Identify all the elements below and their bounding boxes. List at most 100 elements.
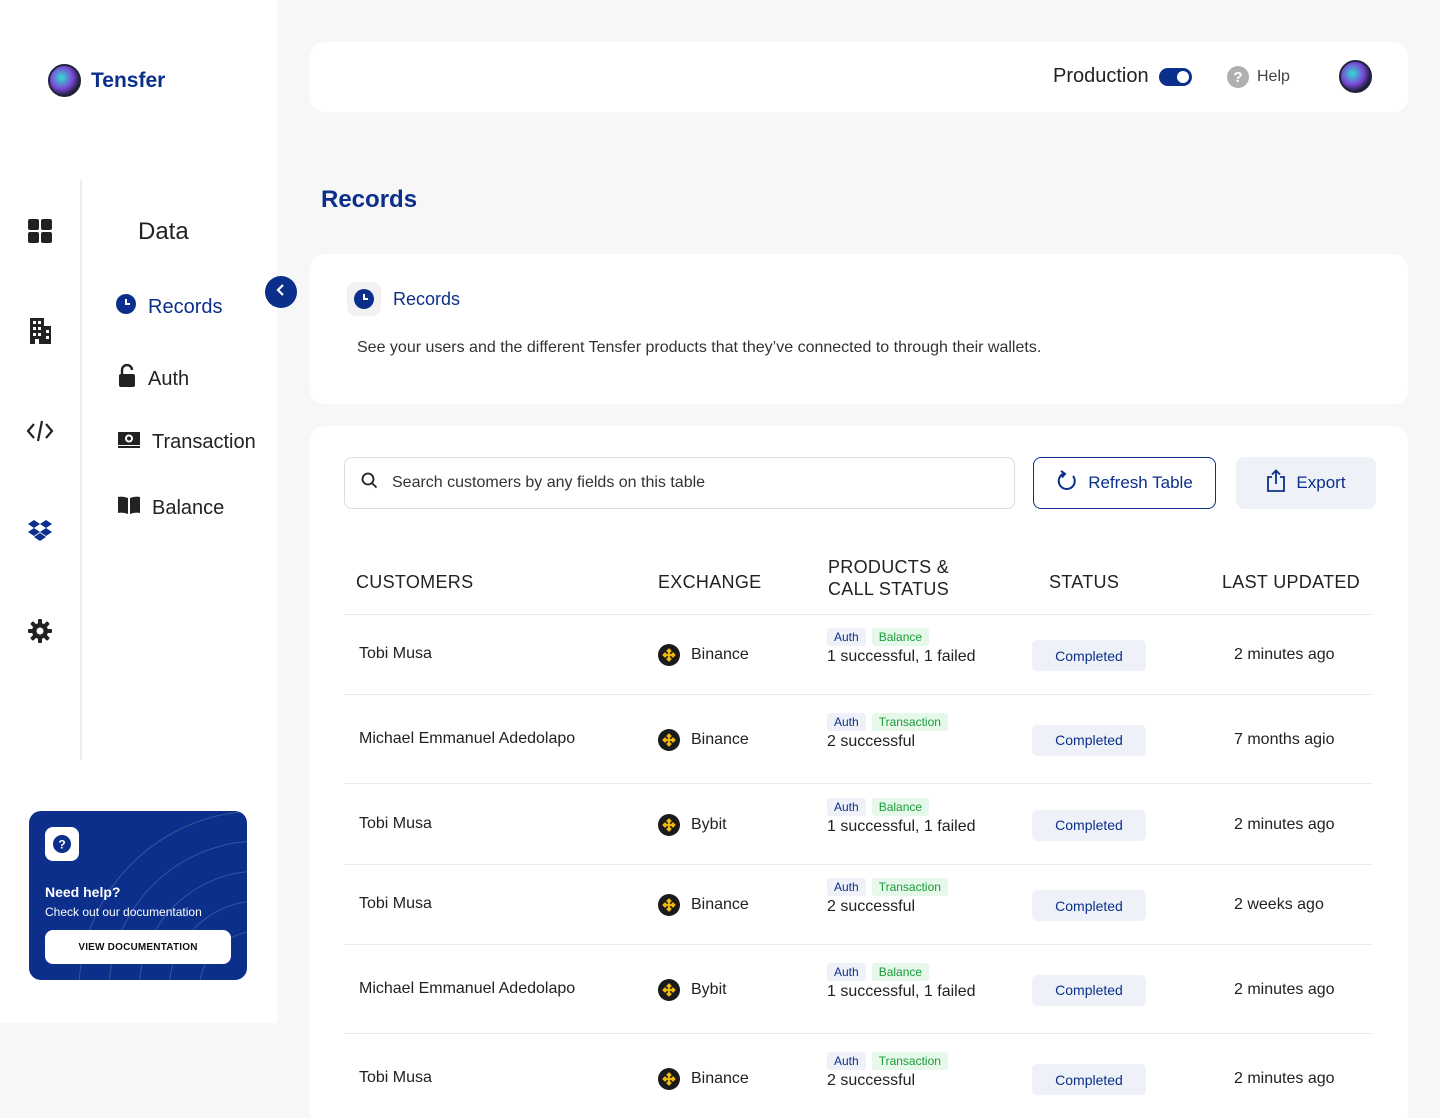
export-button[interactable]: Export [1236,457,1376,509]
refresh-table-button[interactable]: Refresh Table [1033,457,1216,509]
collapse-sidebar-button[interactable] [265,276,297,308]
call-status: 1 successful, 1 failed [827,648,976,665]
lock-icon [118,363,136,394]
header-status[interactable]: STATUS [1049,571,1119,593]
question-icon: ? [45,827,79,861]
refresh-icon [1056,469,1078,497]
search-box[interactable] [344,457,1015,509]
exchange-coin-icon [658,728,680,751]
environment-switch[interactable]: Production [1053,65,1192,88]
product-tag-transaction: Transaction [871,712,948,731]
dropbox-icon[interactable] [26,517,54,545]
exchange-cell: Bybit [658,978,727,1001]
status-cell: Completed [1032,974,1146,1006]
header-exchange[interactable]: EXCHANGE [658,571,761,593]
product-tag-auth: Auth [827,797,866,816]
call-status: 2 successful [827,1072,916,1089]
status-cell: Completed [1032,890,1146,921]
code-icon[interactable] [26,417,54,445]
table-row[interactable]: Tobi Musa Binance Auth Transaction 2 success… [344,1033,1372,1118]
product-tags: Auth Transaction [827,1052,948,1070]
refresh-label: Refresh Table [1088,473,1193,492]
status-cell: Completed [1032,724,1146,756]
avatar[interactable] [1339,60,1372,93]
last-updated: 2 minutes ago [1234,815,1335,833]
book-icon [118,496,140,520]
settings-icon[interactable] [26,617,54,645]
nav-item-auth[interactable]: Auth [118,363,190,394]
products-cell: Auth Balance 1 successful, 1 failed [827,962,976,1001]
svg-text:?: ? [58,838,65,852]
view-documentation-button[interactable]: VIEW DOCUMENTATION [45,930,231,964]
status-cell: Completed [1032,809,1146,841]
exchange-coin-icon [658,813,680,836]
icon-rail [0,180,82,760]
help-icon: ? [1227,66,1249,88]
table-row[interactable]: Tobi Musa Bybit Auth Balance 1 successful, 1… [344,783,1372,864]
records-info-card: Records See your users and the different… [310,254,1408,404]
call-status: 1 successful, 1 failed [827,982,976,1000]
product-tag-auth: Auth [827,712,866,731]
call-status: 2 successful [827,898,916,915]
info-header: Records [347,282,460,316]
info-title: Records [393,288,461,309]
exchange-name: Binance [691,896,749,913]
sidebar: Tensfer Data Records Auth Transaction Ba… [0,0,277,1023]
nav-item-records[interactable]: Records [116,294,222,320]
environment-toggle[interactable] [1158,67,1192,86]
last-updated: 2 weeks ago [1234,896,1324,913]
products-cell: Auth Transaction 2 successful [827,878,948,916]
status-badge: Completed [1032,890,1146,921]
header-products-line1: PRODUCTS & [828,557,950,577]
search-input[interactable] [392,474,992,492]
status-badge: Completed [1032,809,1146,841]
product-tag-auth: Auth [827,878,866,896]
table-row[interactable]: Michael Emmanuel Adedolapo Bybit Auth Balan… [344,944,1372,1033]
exchange-cell: Binance [658,728,749,751]
exchange-name: Binance [691,646,749,663]
header-products[interactable]: PRODUCTS & CALL STATUS [828,556,949,600]
table-row[interactable]: Tobi Musa Binance Auth Balance 1 successful,… [344,614,1372,694]
customer-name: Tobi Musa [359,895,432,912]
building-icon[interactable] [26,317,54,345]
product-tags: Auth Balance [827,797,976,816]
exchange-coin-icon [658,644,680,666]
product-tag-auth: Auth [827,1052,866,1070]
product-tags: Auth Balance [827,962,976,981]
app-name: Tensfer [91,68,166,92]
header-products-line2: CALL STATUS [828,579,949,599]
help-card: ? Need help? Check out our documentation… [29,811,247,980]
product-tag-auth: Auth [827,628,866,646]
header-customers[interactable]: CUSTOMERS [356,571,473,593]
exchange-cell: Binance [658,1068,749,1090]
nav-item-label: Auth [148,367,190,390]
help-link[interactable]: ? Help [1227,66,1290,88]
exchange-cell: Bybit [658,813,727,836]
table-row[interactable]: Tobi Musa Binance Auth Transaction 2 success… [344,864,1372,944]
status-cell: Completed [1032,1064,1146,1095]
app-logo[interactable]: Tensfer [48,64,165,97]
status-badge: Completed [1032,724,1146,756]
info-description: See your users and the different Tensfer… [357,339,1042,356]
customer-name: Tobi Musa [359,645,432,662]
header-last-updated[interactable]: LAST UPDATED [1222,571,1360,593]
search-icon [361,472,378,494]
nav-item-label: Records [148,295,223,318]
chevron-left-icon [275,283,287,302]
table-row[interactable]: Michael Emmanuel Adedolapo Binance Auth Tra… [344,694,1372,783]
export-icon [1266,468,1286,498]
exchange-name: Binance [691,1070,749,1087]
dashboard-icon[interactable] [26,217,54,245]
exchange-cell: Binance [658,894,749,916]
customer-name: Tobi Musa [359,1069,432,1086]
top-bar: Production ? Help [310,42,1408,112]
nav-item-transaction[interactable]: Transaction [118,430,256,454]
environment-label: Production [1053,65,1149,87]
product-tag-balance: Balance [871,962,930,981]
product-tags: Auth Balance [827,628,976,646]
nav-item-balance[interactable]: Balance [118,496,224,520]
product-tag-transaction: Transaction [871,878,948,896]
status-badge: Completed [1032,1064,1146,1095]
customer-name: Tobi Musa [359,814,432,832]
help-title: Need help? [45,884,121,900]
